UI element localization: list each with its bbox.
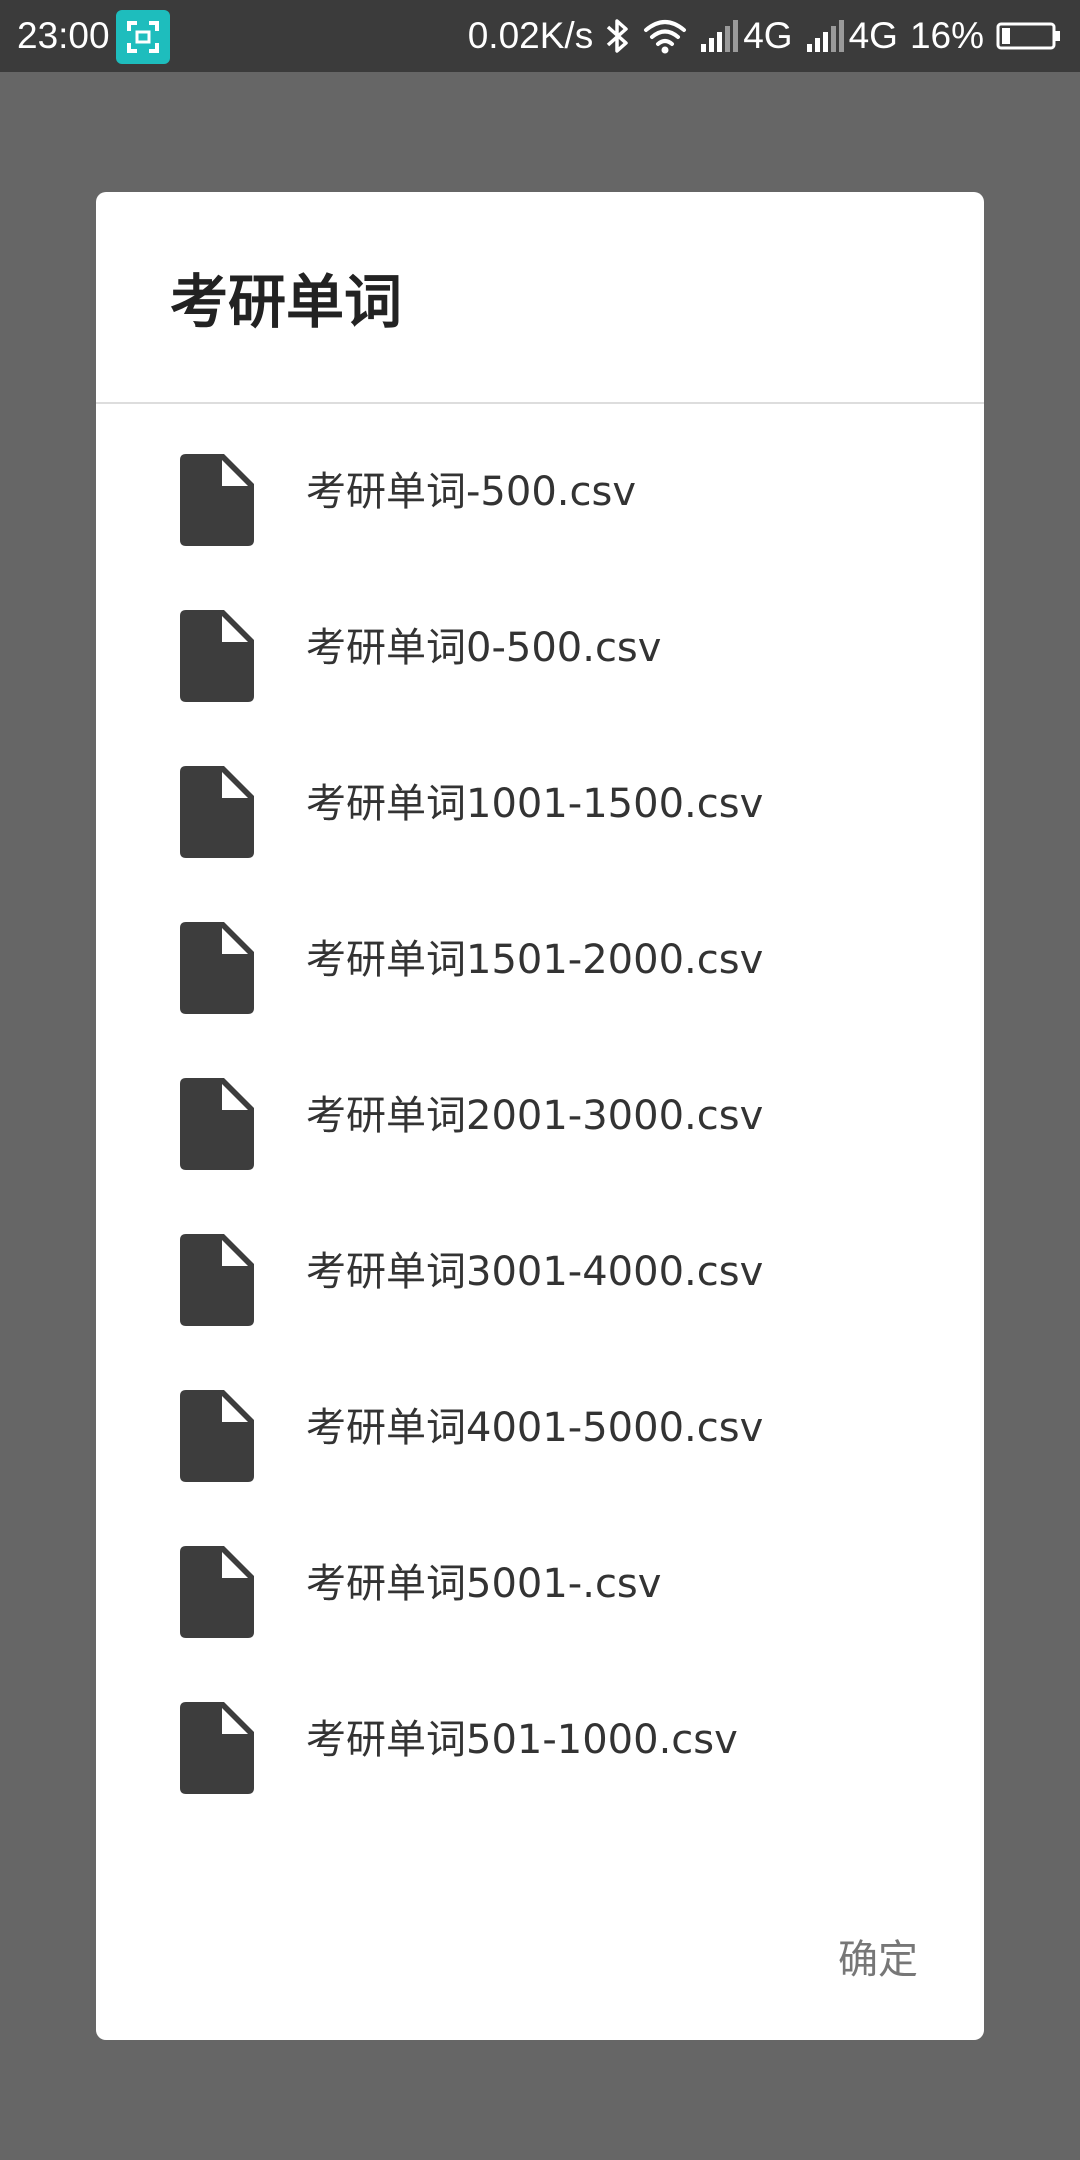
file-name: 考研单词1001-1500.csv [306, 781, 764, 827]
battery-percent: 16% [909, 15, 984, 56]
dialog-title: 考研单词 [170, 268, 403, 336]
file-icon [180, 1546, 254, 1638]
confirm-button[interactable]: 确定 [838, 1930, 918, 1990]
file-list-item[interactable]: 考研单词0-500.csv [96, 560, 984, 716]
signal-icon [806, 20, 844, 52]
status-time: 23:00 [17, 15, 110, 56]
file-icon [180, 1390, 254, 1482]
file-list-item[interactable]: 考研单词-500.csv [96, 404, 984, 560]
file-icon [180, 922, 254, 1014]
file-name: 考研单词0-500.csv [306, 625, 662, 671]
file-name: 考研单词5001-.csv [306, 1561, 662, 1607]
file-icon [180, 454, 254, 546]
file-name: 考研单词1501-2000.csv [306, 937, 764, 983]
file-list: 考研单词-500.csv 考研单词0-500.csv 考研单词1001-1500… [96, 404, 984, 1808]
file-list-item[interactable]: 考研单词4001-5000.csv [96, 1340, 984, 1496]
file-list-item[interactable]: 考研单词2001-3000.csv [96, 1028, 984, 1184]
dialog-header: 考研单词 [96, 192, 984, 402]
screenshot-icon [116, 10, 170, 64]
file-icon [180, 1702, 254, 1794]
file-list-item[interactable]: 考研单词1501-2000.csv [96, 872, 984, 1028]
wifi-icon [643, 18, 687, 54]
status-bar: 23:00 0.02K/s 4G 4G 16% [0, 0, 1080, 72]
network-type-2: 4G [848, 15, 898, 56]
net-speed: 0.02K/s [467, 15, 594, 56]
file-list-item[interactable]: 考研单词5001-.csv [96, 1496, 984, 1652]
file-picker-dialog: 考研单词 考研单词-500.csv 考研单词0-500.csv 考研单词1001… [96, 192, 984, 2040]
signal-group-1: 4G [699, 15, 793, 57]
network-type-1: 4G [743, 15, 793, 56]
file-name: 考研单词501-1000.csv [306, 1717, 738, 1763]
status-indicators: 0.02K/s 4G 4G 16% [468, 0, 1062, 72]
file-name: 考研单词2001-3000.csv [306, 1093, 764, 1139]
file-name: 考研单词-500.csv [306, 469, 636, 515]
file-list-item[interactable]: 考研单词1001-1500.csv [96, 716, 984, 872]
file-name: 考研单词4001-5000.csv [306, 1405, 764, 1451]
file-list-item[interactable]: 考研单词501-1000.csv [96, 1652, 984, 1808]
bluetooth-icon [605, 16, 631, 56]
file-icon [180, 1234, 254, 1326]
signal-group-2: 4G [805, 15, 898, 57]
signal-icon [701, 20, 739, 52]
file-icon [180, 610, 254, 702]
file-name: 考研单词3001-4000.csv [306, 1249, 764, 1295]
battery-icon [996, 21, 1062, 51]
file-icon [180, 766, 254, 858]
file-icon [180, 1078, 254, 1170]
file-list-item[interactable]: 考研单词3001-4000.csv [96, 1184, 984, 1340]
